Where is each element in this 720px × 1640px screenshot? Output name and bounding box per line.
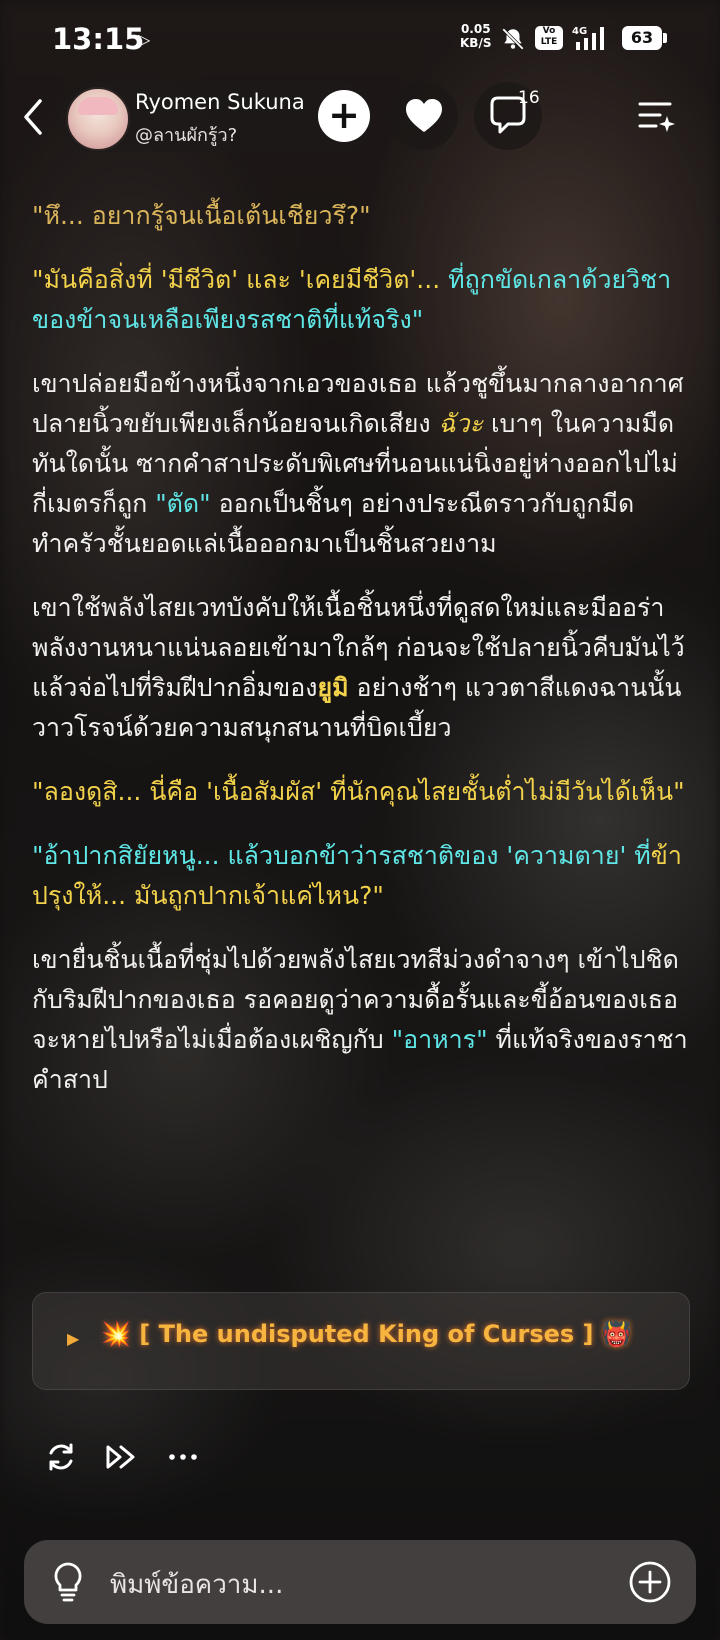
message-input[interactable]: พิมพ์ข้อความ... bbox=[110, 1564, 283, 1605]
regenerate-button[interactable] bbox=[44, 1440, 78, 1478]
network-speed: 0.05 KB/S bbox=[460, 22, 491, 50]
message-paragraph: "มันคือสิ่งที่ 'มีชีวิต' และ 'เคยมีชีวิต… bbox=[32, 260, 692, 340]
more-icon bbox=[169, 1454, 197, 1460]
volte-bottom: LTE bbox=[540, 37, 558, 47]
continue-button[interactable] bbox=[104, 1440, 138, 1478]
clock: 13:15 bbox=[52, 22, 145, 56]
network-type: 4G bbox=[572, 26, 587, 37]
message-paragraph: "ลองดูสิ... นี่คือ 'เนื้อสัมผัส' ที่นักค… bbox=[32, 772, 692, 812]
fast-forward-icon bbox=[106, 1445, 135, 1469]
message-body: "หึ... อยากรู้จนเนื้อเต้นเชียวรึ?" "มันคื… bbox=[32, 196, 692, 1124]
message-paragraph: เขาปล่อยมือข้างหนึ่งจากเอวของเธอ แล้วชูข… bbox=[32, 364, 692, 564]
heart-icon bbox=[406, 99, 442, 132]
text-segment: ยูมิ bbox=[317, 673, 349, 702]
text-segment: "หึ... อยากรู้จนเนื้อเต้นเชียวรึ?" bbox=[32, 201, 371, 230]
text-segment: "ลองดูสิ... นี่คือ 'เนื้อสัมผัส' ที่นักค… bbox=[32, 777, 685, 806]
media-play-icon: ▷ bbox=[138, 30, 151, 49]
avatar[interactable] bbox=[66, 87, 130, 151]
volte-top: Vo bbox=[542, 26, 556, 36]
text-segment: "อ้าปากสิยัยหนู... แล้วบอกข้าว่ารสชาติขอ… bbox=[32, 841, 651, 870]
message-paragraph: "หึ... อยากรู้จนเนื้อเต้นเชียวรึ?" bbox=[32, 196, 692, 236]
more-options-button[interactable] bbox=[166, 1440, 200, 1478]
text-segment: ฉัวะ bbox=[438, 409, 484, 438]
refresh-icon bbox=[49, 1443, 73, 1471]
network-speed-value: 0.05 bbox=[460, 22, 491, 36]
bell-muted-icon bbox=[502, 28, 524, 50]
message-paragraph: "อ้าปากสิยัยหนู... แล้วบอกข้าว่ารสชาติขอ… bbox=[32, 836, 692, 916]
text-segment: "มันคือสิ่งที่ 'มีชีวิต' และ 'เคยมีชีวิต… bbox=[32, 265, 441, 294]
card-title: 💥 [ The undisputed King of Curses ] 👹 bbox=[101, 1320, 632, 1348]
menu-sparkle-icon[interactable] bbox=[636, 96, 676, 136]
message-composer[interactable]: พิมพ์ข้อความ... bbox=[24, 1540, 696, 1624]
status-bar: 13:15 ▷ 0.05 KB/S Vo LTE 4G 63 bbox=[0, 0, 720, 78]
character-name: Ryomen Sukuna bbox=[135, 90, 305, 114]
follow-button[interactable]: + bbox=[318, 90, 370, 142]
expand-arrow-icon[interactable]: ▶ bbox=[67, 1329, 79, 1348]
lightbulb-icon[interactable] bbox=[50, 1560, 86, 1604]
signal-icon: 4G bbox=[572, 26, 604, 50]
add-circle-icon[interactable] bbox=[628, 1560, 672, 1604]
message-paragraph: เขาใช้พลังไสยเวทบังคับให้เนื้อชิ้นหนึ่งท… bbox=[32, 588, 692, 748]
battery-indicator: 63 bbox=[622, 26, 667, 50]
back-arrow-icon[interactable] bbox=[18, 95, 48, 139]
text-segment: "ตัด" bbox=[155, 489, 211, 518]
comment-count: 16 bbox=[518, 88, 540, 108]
message-paragraph: เขายื่นชิ้นเนื้อที่ชุ่มไปด้วยพลังไสยเวทส… bbox=[32, 940, 692, 1100]
volte-badge: Vo LTE bbox=[535, 26, 563, 50]
text-segment: "อาหาร" bbox=[391, 1025, 488, 1054]
character-status-card[interactable]: ▶ 💥 [ The undisputed King of Curses ] 👹 bbox=[32, 1292, 690, 1390]
character-handle: @ลานผักรู้ว? bbox=[135, 125, 238, 146]
like-button[interactable] bbox=[390, 82, 458, 150]
network-speed-unit: KB/S bbox=[460, 36, 492, 50]
